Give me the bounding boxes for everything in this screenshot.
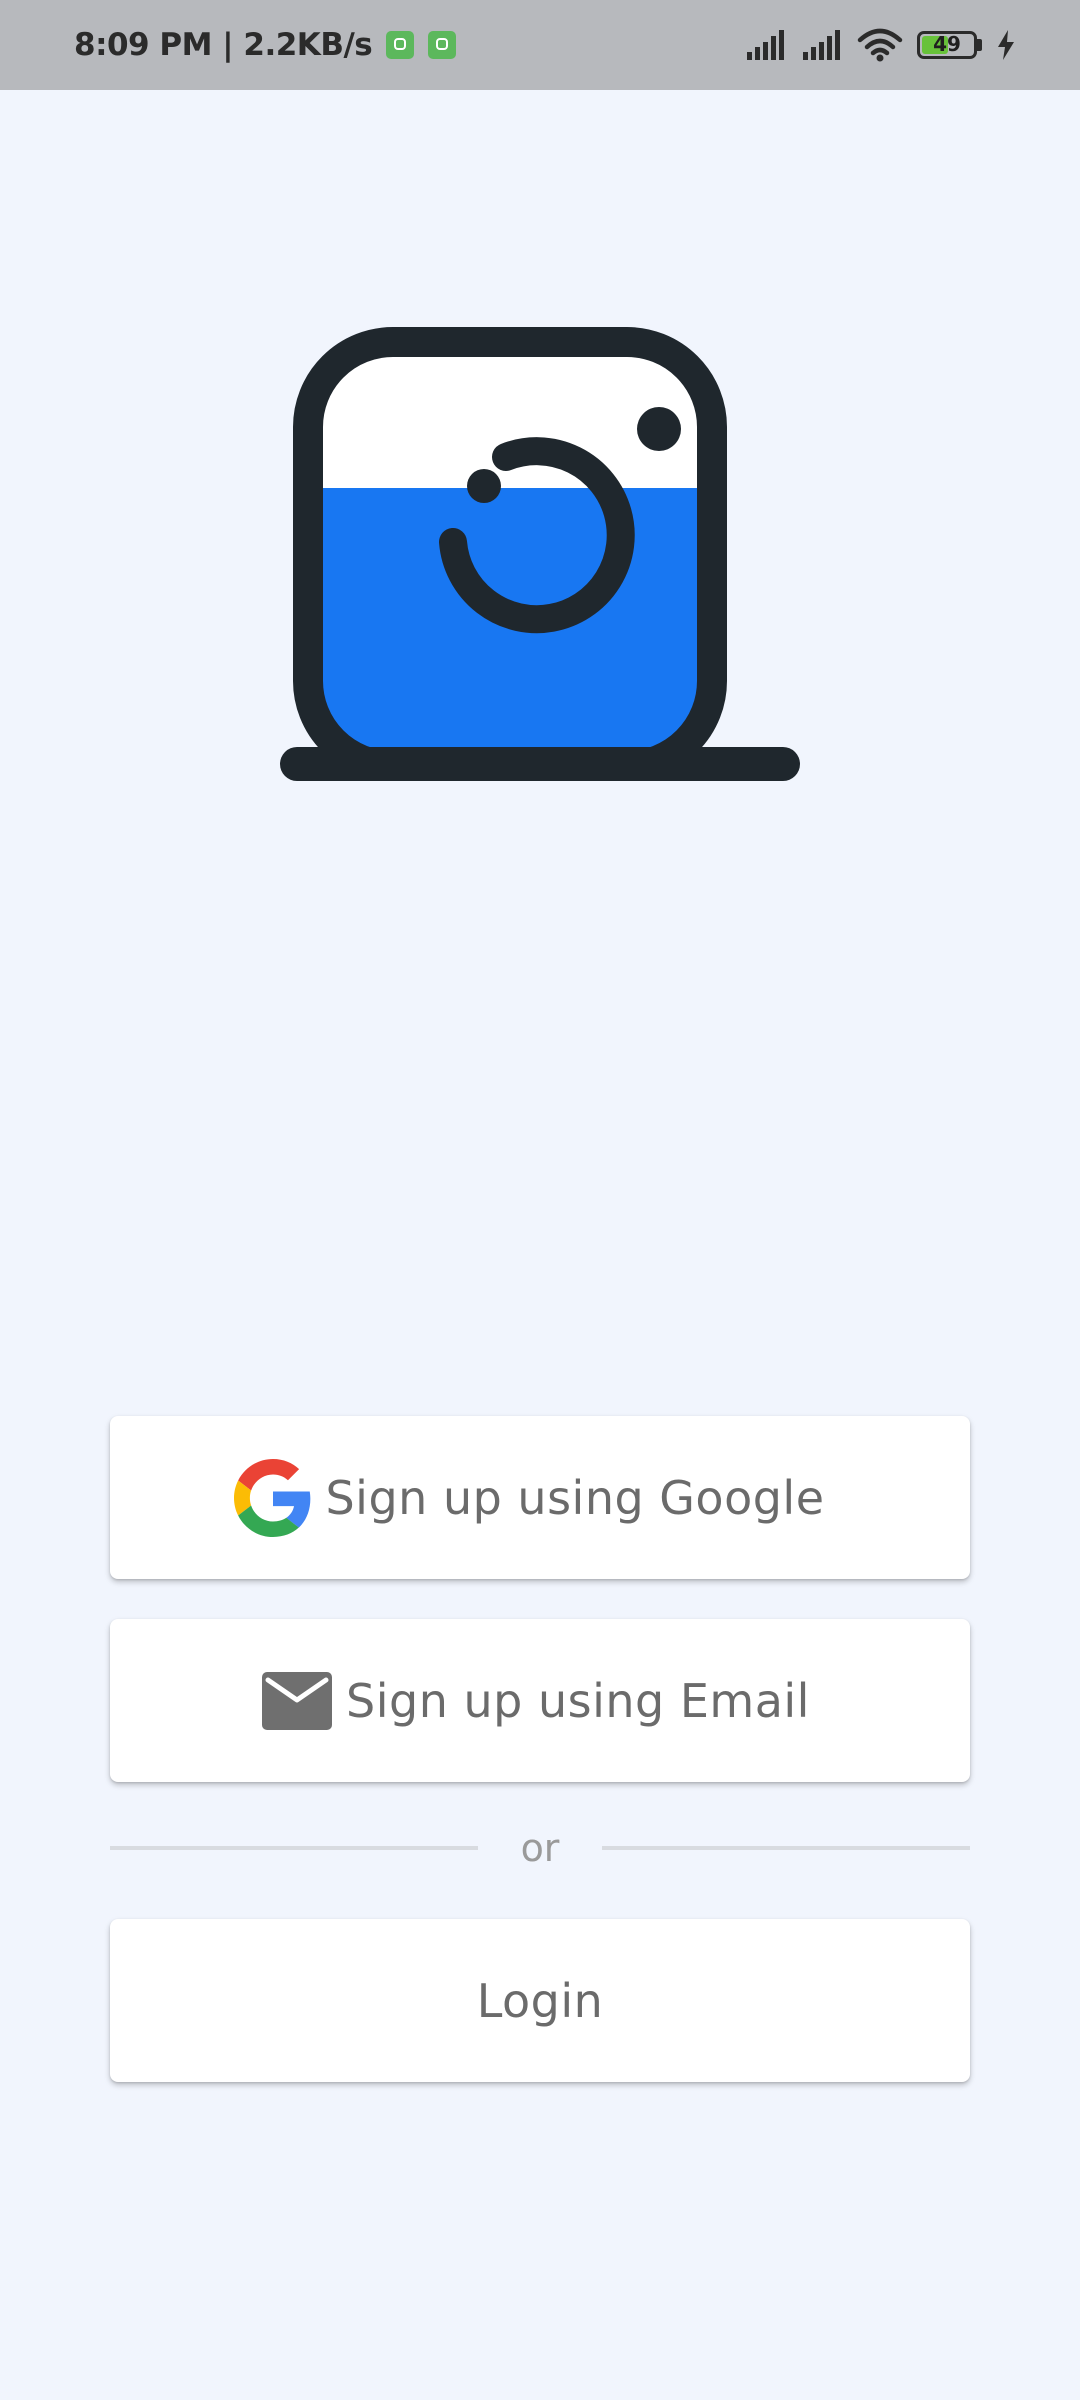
- email-signup-label: Sign up using Email: [346, 1673, 810, 1728]
- divider-line: [602, 1846, 970, 1850]
- divider-label: or: [520, 1826, 560, 1870]
- battery-cap: [977, 39, 982, 51]
- signal-icon: [747, 30, 784, 60]
- status-time-speed: 8:09 PM | 2.2KB/s: [74, 27, 373, 63]
- battery-icon: 49: [917, 31, 977, 59]
- charging-icon: [998, 30, 1014, 60]
- google-signup-button[interactable]: Sign up using Google: [110, 1416, 970, 1579]
- login-button[interactable]: Login: [110, 1919, 970, 2082]
- email-signup-button[interactable]: Sign up using Email: [110, 1619, 970, 1782]
- notification-icon: [428, 31, 457, 59]
- status-left: 8:09 PM | 2.2KB/s: [74, 0, 457, 90]
- login-label: Login: [476, 1973, 604, 2028]
- battery-level: 49: [933, 32, 961, 56]
- google-signup-label: Sign up using Google: [325, 1470, 825, 1525]
- notification-icon: [386, 31, 415, 59]
- wifi-icon: [857, 28, 903, 62]
- camera-logo-icon: [280, 327, 800, 781]
- divider-line: [110, 1846, 478, 1850]
- google-icon: [234, 1458, 311, 1537]
- email-icon: [262, 1671, 332, 1730]
- status-bar: 8:09 PM | 2.2KB/s 49: [0, 0, 1080, 90]
- or-divider: or: [110, 1818, 970, 1878]
- signal-icon: [803, 30, 840, 60]
- status-right: 49: [745, 0, 1016, 90]
